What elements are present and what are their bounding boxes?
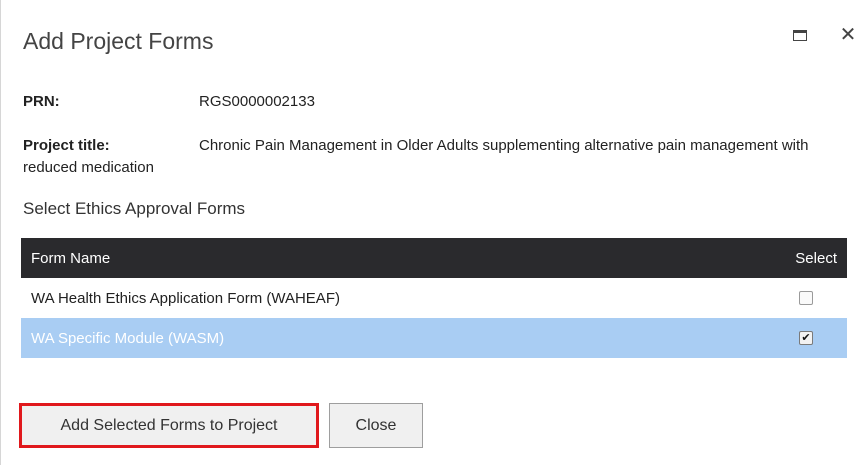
project-title-label: Project title: [23,137,110,154]
table-header: Form Name Select [21,238,847,278]
table-row[interactable]: WA Health Ethics Application Form (WAHEA… [21,278,847,318]
prn-value: RGS0000002133 [199,93,315,110]
prn-row: PRN: RGS0000002133 [23,93,315,110]
form-name-cell: WA Health Ethics Application Form (WAHEA… [31,289,340,307]
header-form-name: Form Name [31,249,111,267]
select-checkbox[interactable]: ✔ [799,331,813,345]
add-project-forms-dialog: Add Project Forms ✕ PRN: RGS0000002133 Pr… [0,0,860,465]
checkmark-icon: ✔ [801,331,811,344]
dialog-title: Add Project Forms [23,28,214,54]
project-title-row: Project title: Chronic Pain Management in… [23,135,843,179]
maximize-button[interactable] [789,24,811,46]
close-button[interactable]: Close [329,403,423,448]
add-selected-forms-button[interactable]: Add Selected Forms to Project [19,403,319,448]
select-checkbox[interactable] [799,291,813,305]
section-label: Select Ethics Approval Forms [23,199,246,218]
form-name-cell: WA Specific Module (WASM) [31,329,225,347]
prn-label: PRN: [23,93,60,110]
table-row[interactable]: WA Specific Module (WASM) ✔ [21,318,847,358]
maximize-icon [793,29,807,41]
forms-table: Form Name Select WA Health Ethics Applic… [21,238,847,358]
header-select: Select [795,249,837,267]
close-icon[interactable]: ✕ [837,24,859,46]
